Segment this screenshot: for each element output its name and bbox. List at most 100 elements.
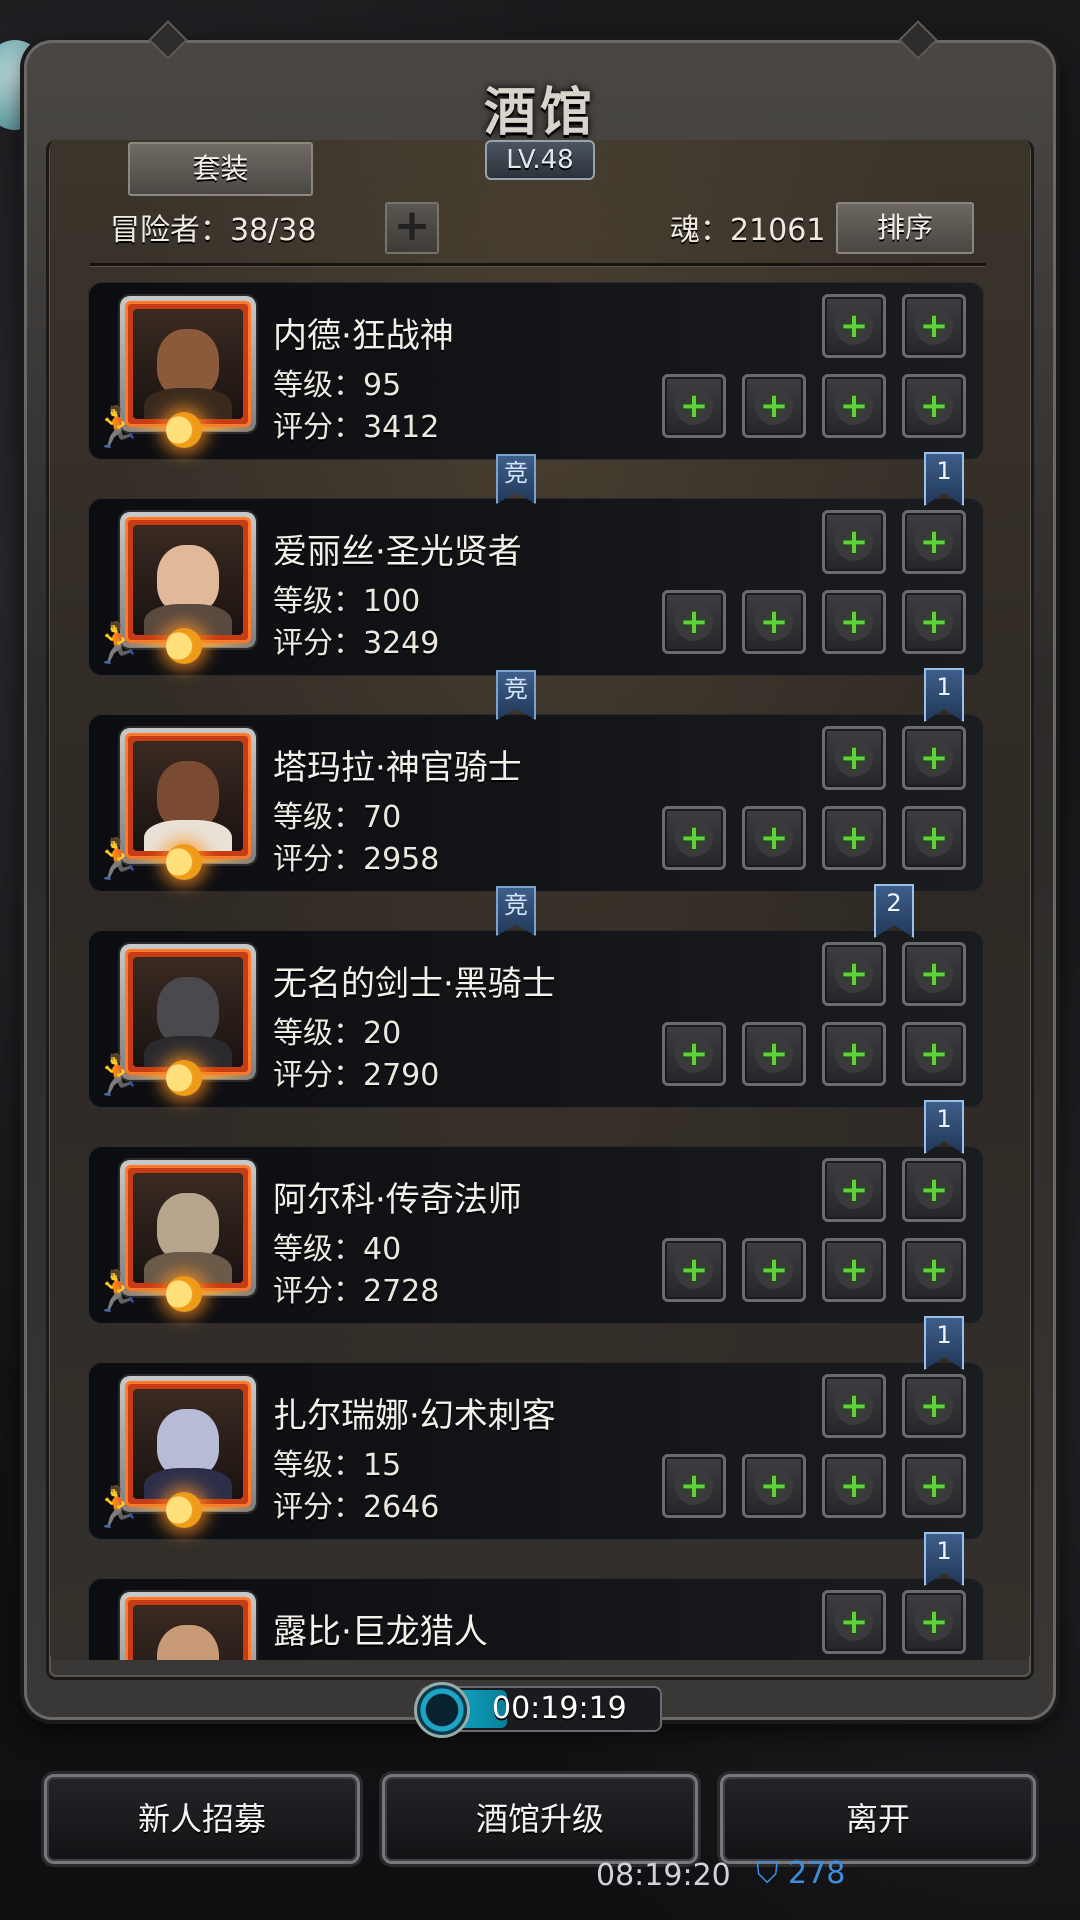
accessory-slot-1[interactable]: + [822, 294, 886, 358]
armor-slot[interactable]: + [742, 1454, 806, 1518]
accessory-slot-1[interactable]: + [822, 726, 886, 790]
green-plus-icon: + [919, 1034, 949, 1074]
green-plus-icon: + [919, 954, 949, 994]
ring-slot-1[interactable]: + [822, 1454, 886, 1518]
hero-face-icon [133, 525, 243, 635]
green-plus-icon: + [759, 1034, 789, 1074]
accessory-slot-1[interactable]: + [822, 1374, 886, 1438]
weapon-slot[interactable]: + [662, 1454, 726, 1518]
ring-slot-1[interactable]: + [822, 590, 886, 654]
green-plus-icon: + [839, 1250, 869, 1290]
green-plus-icon: + [679, 1034, 709, 1074]
accessory-slot-1[interactable]: + [822, 1590, 886, 1654]
hero-score: 评分：3412 [273, 410, 440, 445]
hero-name: 爱丽丝·圣光贤者 [273, 532, 522, 572]
armor-slot[interactable]: + [742, 1238, 806, 1302]
recruit-button[interactable]: 新人招募 [44, 1774, 360, 1864]
ring-slot-1[interactable]: + [822, 806, 886, 870]
hero-score: 评分：2728 [273, 1274, 440, 1309]
hero-face-icon [133, 309, 243, 419]
accessory-slot-1[interactable]: + [822, 510, 886, 574]
ring-slot-2[interactable]: + [902, 590, 966, 654]
sort-button[interactable]: 排序 [836, 202, 974, 254]
armor-slot[interactable]: + [742, 806, 806, 870]
portrait-frame [125, 301, 251, 427]
accessory-slot-2[interactable]: + [902, 510, 966, 574]
green-plus-icon: + [839, 602, 869, 642]
timer-bar: 00:19:19 [414, 1682, 662, 1738]
green-plus-icon: + [759, 386, 789, 426]
running-figure-icon: 🏃 [92, 621, 142, 667]
ring-slot-1[interactable]: + [822, 374, 886, 438]
weapon-slot[interactable]: + [662, 1238, 726, 1302]
plus-icon: + [393, 200, 431, 251]
ring-slot-2[interactable]: + [902, 374, 966, 438]
upgrade-tavern-button[interactable]: 酒馆升级 [382, 1774, 698, 1864]
add-slot-button[interactable]: + [385, 202, 439, 254]
green-plus-icon: + [759, 602, 789, 642]
weapon-slot[interactable]: + [662, 1022, 726, 1086]
ring-slot-1[interactable]: + [822, 1238, 886, 1302]
compete-badge: 竞 [496, 670, 536, 720]
ring-slot-2[interactable]: + [902, 1238, 966, 1302]
compete-badge: 竞 [496, 886, 536, 936]
hero-portrait[interactable] [120, 1592, 256, 1660]
hero-card[interactable]: 🏃 爱丽丝·圣光贤者 等级：100 评分：3249 + + + + + + [88, 498, 984, 676]
green-plus-icon: + [839, 1170, 869, 1210]
ring-slot-2[interactable]: + [902, 1022, 966, 1086]
armor-slot[interactable]: + [742, 590, 806, 654]
hero-card[interactable]: 🏃 无名的剑士·黑骑士 等级：20 评分：2790 + + + + + + [88, 930, 984, 1108]
hero-card[interactable]: 🏃 塔玛拉·神官骑士 等级：70 评分：2958 + + + + + + [88, 714, 984, 892]
green-plus-icon: + [839, 306, 869, 346]
hero-card[interactable]: 🏃 扎尔瑞娜·幻术刺客 等级：15 评分：2646 + + + + + + [88, 1362, 984, 1540]
hero-card[interactable]: 🏃露比·巨龙猎人++ [88, 1578, 984, 1660]
title-area: 酒馆 LV.48 [440, 70, 640, 180]
green-plus-icon: + [759, 1466, 789, 1506]
green-plus-icon: + [919, 1602, 949, 1642]
green-plus-icon: + [919, 386, 949, 426]
accessory-slot-2[interactable]: + [902, 1374, 966, 1438]
accessory-slot-1[interactable]: + [822, 1158, 886, 1222]
accessory-slot-1[interactable]: + [822, 942, 886, 1006]
ring-slot-2[interactable]: + [902, 1454, 966, 1518]
green-plus-icon: + [919, 1386, 949, 1426]
weapon-slot[interactable]: + [662, 806, 726, 870]
running-figure-icon: 🏃 [92, 837, 142, 883]
portrait-frame [125, 733, 251, 859]
hero-card[interactable]: 🏃 阿尔科·传奇法师 等级：40 评分：2728 + + + + + + [88, 1146, 984, 1324]
hero-list[interactable]: 🏃 内德·狂战神 等级：95 评分：3412 + + + + + + 🏃 爱丽丝·圣光贤者 等级：100… [88, 282, 984, 1660]
running-figure-icon: 🏃 [92, 1485, 142, 1531]
accessory-slot-2[interactable]: + [902, 1590, 966, 1654]
accessory-slot-2[interactable]: + [902, 942, 966, 1006]
leave-button[interactable]: 离开 [720, 1774, 1036, 1864]
ring-slot-2[interactable]: + [902, 806, 966, 870]
green-plus-icon: + [919, 522, 949, 562]
status-time: 08:19:20 [596, 1858, 731, 1893]
portrait-frame [125, 517, 251, 643]
green-plus-icon: + [679, 602, 709, 642]
portrait-frame [125, 1165, 251, 1291]
hero-card[interactable]: 🏃 内德·狂战神 等级：95 评分：3412 + + + + + + [88, 282, 984, 460]
green-plus-icon: + [759, 1250, 789, 1290]
green-plus-icon: + [679, 1466, 709, 1506]
weapon-slot[interactable]: + [662, 590, 726, 654]
portrait-frame [125, 1597, 251, 1660]
tavern-level-badge: LV.48 [485, 140, 595, 180]
moon-rank-icon [166, 1492, 202, 1528]
armor-slot[interactable]: + [742, 1022, 806, 1086]
hero-name: 无名的剑士·黑骑士 [273, 964, 556, 1004]
hero-score: 评分：2646 [273, 1490, 440, 1525]
accessory-slot-2[interactable]: + [902, 294, 966, 358]
accessory-slot-2[interactable]: + [902, 1158, 966, 1222]
hero-name: 塔玛拉·神官骑士 [273, 748, 522, 788]
suit-button[interactable]: 套装 [128, 142, 313, 196]
armor-slot[interactable]: + [742, 374, 806, 438]
green-plus-icon: + [919, 738, 949, 778]
hero-name: 露比·巨龙猎人 [273, 1612, 488, 1652]
green-plus-icon: + [839, 386, 869, 426]
ring-slot-1[interactable]: + [822, 1022, 886, 1086]
clock-icon [414, 1682, 470, 1738]
portrait-frame [125, 949, 251, 1075]
accessory-slot-2[interactable]: + [902, 726, 966, 790]
weapon-slot[interactable]: + [662, 374, 726, 438]
